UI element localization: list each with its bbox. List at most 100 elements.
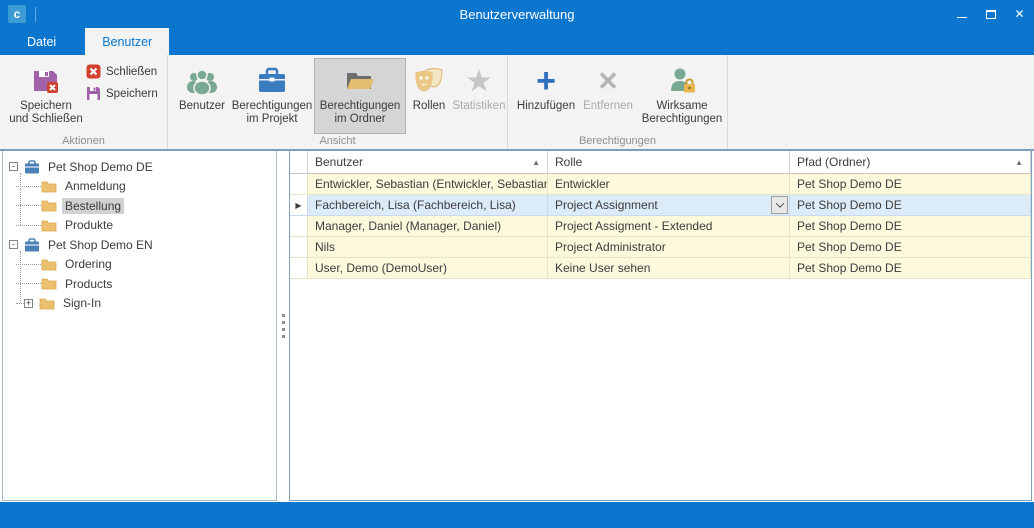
splitter-grip-dot bbox=[282, 335, 285, 338]
group-label-aktionen: Aktionen bbox=[0, 135, 167, 147]
button-label: Hinzufügen bbox=[517, 100, 575, 113]
group-label-ansicht: Ansicht bbox=[168, 135, 507, 147]
row-indicator bbox=[290, 258, 308, 279]
cell-pfad[interactable]: Pet Shop Demo DE bbox=[790, 174, 1031, 195]
schliessen-button[interactable]: Schließen bbox=[86, 64, 158, 79]
berechtigungen-im-projekt-button[interactable]: Berechtigungen im Projekt bbox=[231, 58, 313, 134]
project-briefcase-icon bbox=[24, 160, 40, 174]
tab-datei[interactable]: Datei bbox=[10, 28, 73, 55]
panel-splitter[interactable] bbox=[278, 151, 289, 501]
speichern-button[interactable]: Speichern bbox=[86, 86, 158, 101]
close-icon: ✕ bbox=[1014, 7, 1024, 21]
tree-item-label: Sign-In bbox=[60, 295, 104, 311]
app-icon[interactable]: c bbox=[8, 5, 26, 23]
tree-item-bestellung[interactable]: Bestellung bbox=[3, 196, 276, 216]
cell-benutzer[interactable]: Manager, Daniel (Manager, Daniel) bbox=[308, 216, 548, 237]
tab-benutzer[interactable]: Benutzer bbox=[85, 28, 169, 55]
column-header-label: Rolle bbox=[555, 155, 582, 169]
dropdown-button[interactable] bbox=[771, 196, 788, 214]
tree-item-pet-shop-demo-en[interactable]: - Pet Shop Demo EN bbox=[3, 235, 276, 255]
cell-pfad[interactable]: Pet Shop Demo DE bbox=[790, 216, 1031, 237]
speichern-und-schliessen-button[interactable]: Speichern und Schließen bbox=[8, 58, 84, 134]
cell-rolle-value: Project Assignment bbox=[555, 198, 658, 212]
permissions-grid: Benutzer ▲ Rolle Pfad (Ordner) ▲ Entwick… bbox=[289, 151, 1032, 501]
tree-item-pet-shop-demo-de[interactable]: - Pet Shop Demo DE bbox=[3, 157, 276, 177]
cell-rolle[interactable]: Entwickler bbox=[548, 174, 790, 195]
tree-item-label: Anmeldung bbox=[62, 178, 129, 194]
row-indicator-header bbox=[290, 151, 308, 174]
cell-benutzer[interactable]: Fachbereich, Lisa (Fachbereich, Lisa) bbox=[308, 195, 548, 216]
button-label: Speichern und Schließen bbox=[9, 100, 83, 126]
column-header-benutzer[interactable]: Benutzer ▲ bbox=[308, 151, 548, 174]
splitter-grip-dot bbox=[282, 321, 285, 324]
minimize-icon bbox=[957, 17, 967, 18]
button-label: Rollen bbox=[413, 100, 446, 113]
collapse-toggle-icon[interactable]: - bbox=[9, 240, 18, 249]
grid-row-nils[interactable]: Nils Project Administrator Pet Shop Demo… bbox=[290, 237, 1031, 258]
folder-tree-panel: - Pet Shop Demo DE Anmeldung Bestellung bbox=[2, 151, 277, 501]
remove-icon: ✕ bbox=[597, 64, 619, 98]
folder-icon bbox=[41, 199, 57, 212]
ribbon-group-berechtigungen: + Hinzufügen ✕ Entfernen Wirksame B bbox=[508, 55, 728, 149]
maximize-button[interactable] bbox=[976, 0, 1005, 28]
grid-row-entwickler[interactable]: Entwickler, Sebastian (Entwickler, Sebas… bbox=[290, 174, 1031, 195]
collapse-toggle-icon[interactable]: - bbox=[9, 162, 18, 171]
cell-pfad[interactable]: Pet Shop Demo DE bbox=[790, 258, 1031, 279]
ribbon-tab-row: Datei Benutzer bbox=[0, 28, 1034, 55]
save-close-icon bbox=[31, 64, 61, 98]
column-header-rolle[interactable]: Rolle bbox=[548, 151, 790, 174]
benutzer-view-button[interactable]: Benutzer bbox=[173, 58, 231, 134]
button-label: Speichern bbox=[106, 88, 158, 100]
hinzufuegen-button[interactable]: + Hinzufügen bbox=[514, 58, 578, 134]
grid-row-fachbereich-selected[interactable]: ▶ Fachbereich, Lisa (Fachbereich, Lisa) … bbox=[290, 195, 1031, 216]
column-header-label: Benutzer bbox=[315, 155, 363, 169]
tree-connector bbox=[16, 303, 24, 304]
tree-item-label: Pet Shop Demo EN bbox=[45, 237, 156, 253]
close-button[interactable]: ✕ bbox=[1005, 0, 1034, 28]
users-icon bbox=[185, 64, 219, 98]
tree-connector bbox=[16, 264, 41, 265]
cell-rolle[interactable]: Keine User sehen bbox=[548, 258, 790, 279]
tree-item-ordering[interactable]: Ordering bbox=[3, 255, 276, 275]
masks-icon bbox=[414, 64, 444, 98]
tree-connector bbox=[16, 283, 41, 284]
cell-rolle-editor[interactable]: Project Assignment bbox=[548, 195, 790, 216]
cell-benutzer[interactable]: User, Demo (DemoUser) bbox=[308, 258, 548, 279]
save-icon bbox=[86, 86, 101, 101]
minimize-button[interactable] bbox=[947, 0, 976, 28]
tree-item-produkte[interactable]: Produkte bbox=[3, 216, 276, 236]
cell-benutzer[interactable]: Entwickler, Sebastian (Entwickler, Sebas… bbox=[308, 174, 548, 195]
cell-benutzer[interactable]: Nils bbox=[308, 237, 548, 258]
splitter-grip-dot bbox=[282, 314, 285, 317]
button-label: Statistiken bbox=[452, 100, 505, 113]
tree-item-label: Products bbox=[62, 276, 115, 292]
column-header-label: Pfad (Ordner) bbox=[797, 155, 870, 169]
button-label: Berechtigungen im Projekt bbox=[232, 100, 313, 126]
folder-icon bbox=[41, 277, 57, 290]
cell-pfad[interactable]: Pet Shop Demo DE bbox=[790, 195, 1031, 216]
berechtigungen-im-ordner-button[interactable]: Berechtigungen im Ordner bbox=[314, 58, 406, 134]
tree-item-products[interactable]: Products bbox=[3, 274, 276, 294]
folder-icon bbox=[41, 258, 57, 271]
expand-toggle-icon[interactable]: + bbox=[24, 299, 33, 308]
grid-row-manager[interactable]: Manager, Daniel (Manager, Daniel) Projec… bbox=[290, 216, 1031, 237]
button-label: Wirksame Berechtigungen bbox=[640, 100, 724, 126]
tree-item-label: Bestellung bbox=[62, 198, 124, 214]
plus-icon: + bbox=[536, 64, 556, 98]
grid-row-user-demo[interactable]: User, Demo (DemoUser) Keine User sehen P… bbox=[290, 258, 1031, 279]
folder-icon bbox=[39, 297, 55, 310]
row-indicator bbox=[290, 237, 308, 258]
tree-connector bbox=[16, 205, 41, 206]
cell-pfad[interactable]: Pet Shop Demo DE bbox=[790, 237, 1031, 258]
wirksame-berechtigungen-button[interactable]: Wirksame Berechtigungen bbox=[639, 58, 725, 134]
cell-rolle[interactable]: Project Assigment - Extended bbox=[548, 216, 790, 237]
tree-item-anmeldung[interactable]: Anmeldung bbox=[3, 177, 276, 197]
chevron-down-icon bbox=[775, 199, 783, 207]
group-label-berechtigungen: Berechtigungen bbox=[508, 135, 727, 147]
column-header-pfad[interactable]: Pfad (Ordner) ▲ bbox=[790, 151, 1031, 174]
benutzerverwaltung-window: c Benutzerverwaltung ✕ Datei Benutzer bbox=[0, 0, 1034, 528]
cell-rolle[interactable]: Project Administrator bbox=[548, 237, 790, 258]
tree-item-sign-in[interactable]: + Sign-In bbox=[3, 294, 276, 314]
button-label: Berechtigungen im Ordner bbox=[315, 100, 405, 126]
rollen-button[interactable]: Rollen bbox=[407, 58, 451, 134]
